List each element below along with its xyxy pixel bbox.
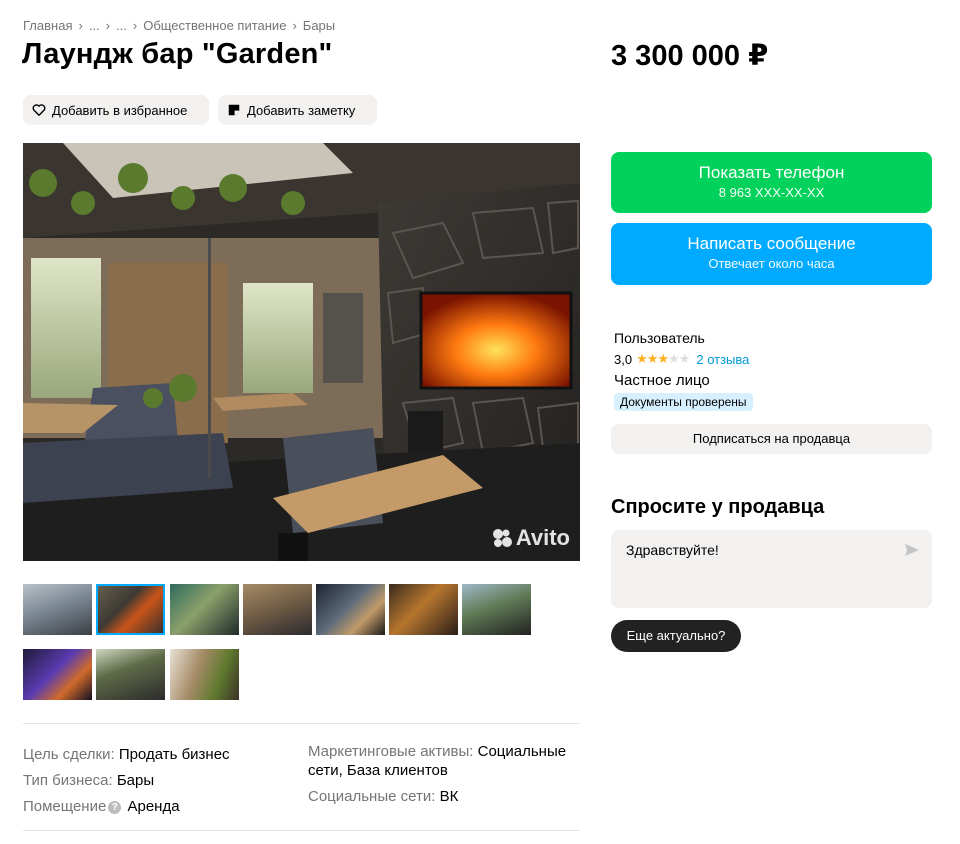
rating-value: 3,0: [614, 351, 633, 367]
add-note-label: Добавить заметку: [247, 102, 356, 118]
thumbnail-8[interactable]: [23, 649, 92, 700]
page-title: Лаундж бар "Garden": [22, 38, 333, 70]
show-phone-label: Показать телефон: [698, 163, 845, 182]
thumbnail-7[interactable]: [462, 584, 531, 635]
thumbnail-1[interactable]: [23, 584, 92, 635]
seller-name[interactable]: Пользователь: [614, 330, 753, 346]
chevron-right-icon: ›: [105, 18, 111, 33]
rating-stars-icon: ★★★★★: [636, 351, 690, 366]
param-business-type: Тип бизнеса: Бары: [23, 768, 283, 794]
message-input[interactable]: Здравствуйте!: [611, 530, 932, 608]
bar-interior-image: [23, 143, 580, 561]
main-photo[interactable]: Avito: [23, 143, 580, 561]
add-favorite-button[interactable]: Добавить в избранное: [23, 95, 209, 125]
message-text: Здравствуйте!: [626, 542, 719, 558]
breadcrumb-ellipsis-2[interactable]: ...: [116, 18, 127, 33]
add-note-button[interactable]: Добавить заметку: [218, 95, 377, 125]
param-key: Помещение: [23, 798, 107, 815]
breadcrumb-bars[interactable]: Бары: [303, 18, 335, 33]
watermark-text: Avito: [515, 525, 570, 550]
avito-logo-icon: [492, 529, 512, 547]
params-left: Цель сделки: Продать бизнес Тип бизнеса:…: [23, 742, 283, 820]
param-marketing-assets: Маркетинговые активы: Социальные сети, Б…: [308, 742, 580, 780]
chevron-right-icon: ›: [132, 18, 138, 33]
phone-masked: 8 963 XXX-XX-XX: [718, 185, 825, 200]
seller-info: Пользователь 3,0 ★★★★★ 2 отзыва Частное …: [614, 330, 753, 411]
seller-rating: 3,0 ★★★★★ 2 отзыва: [614, 351, 753, 367]
breadcrumb-home[interactable]: Главная: [23, 18, 72, 33]
breadcrumb-catering[interactable]: Общественное питание: [143, 18, 286, 33]
note-icon: [228, 104, 240, 116]
thumbnail-5[interactable]: [316, 584, 385, 635]
thumbnail-4[interactable]: [243, 584, 312, 635]
send-icon[interactable]: [904, 542, 920, 558]
thumbnail-10[interactable]: [170, 649, 239, 700]
param-value: ВК: [439, 788, 459, 805]
param-key: Маркетинговые активы:: [308, 743, 474, 760]
subscribe-seller-button[interactable]: Подписаться на продавца: [611, 424, 932, 454]
write-message-label: Написать сообщение: [687, 234, 856, 253]
price: 3 300 000 ₽: [611, 40, 769, 72]
param-value: Продать бизнес: [118, 746, 230, 763]
add-favorite-label: Добавить в избранное: [52, 102, 188, 118]
seller-type: Частное лицо: [614, 372, 710, 389]
response-time: Отвечает около часа: [708, 256, 835, 271]
divider: [23, 723, 580, 724]
param-value: Бары: [116, 772, 155, 789]
show-phone-button[interactable]: Показать телефон 8 963 XXX-XX-XX: [611, 152, 932, 213]
param-value: Аренда: [127, 798, 180, 815]
param-key: Цель сделки:: [23, 746, 115, 763]
avito-watermark: Avito: [491, 525, 570, 551]
write-message-button[interactable]: Написать сообщение Отвечает около часа: [611, 223, 932, 285]
divider: [23, 830, 580, 831]
breadcrumb: Главная › ... › ... › Общественное питан…: [23, 18, 335, 33]
documents-verified-badge: Документы проверены: [614, 393, 753, 411]
thumbnail-6[interactable]: [389, 584, 458, 635]
thumbnail-2[interactable]: [96, 584, 165, 635]
params-right: Маркетинговые активы: Социальные сети, Б…: [308, 742, 580, 813]
quick-reply-button[interactable]: Еще актуально?: [611, 620, 741, 652]
thumbnail-3[interactable]: [170, 584, 239, 635]
chevron-right-icon: ›: [292, 18, 297, 33]
ask-seller-title: Спросите у продавца: [611, 496, 825, 518]
param-key: Тип бизнеса:: [23, 772, 113, 789]
thumbnail-9[interactable]: [96, 649, 165, 700]
help-icon[interactable]: ?: [108, 801, 122, 814]
param-deal-goal: Цель сделки: Продать бизнес: [23, 742, 283, 768]
chevron-right-icon: ›: [78, 18, 83, 33]
param-social-networks: Социальные сети: ВК: [308, 787, 580, 806]
heart-icon: [32, 104, 46, 116]
reviews-link[interactable]: 2 отзыва: [696, 352, 749, 367]
breadcrumb-ellipsis-1[interactable]: ...: [89, 18, 100, 33]
param-premises: Помещение? Аренда: [23, 794, 283, 820]
param-key: Социальные сети:: [308, 788, 436, 805]
